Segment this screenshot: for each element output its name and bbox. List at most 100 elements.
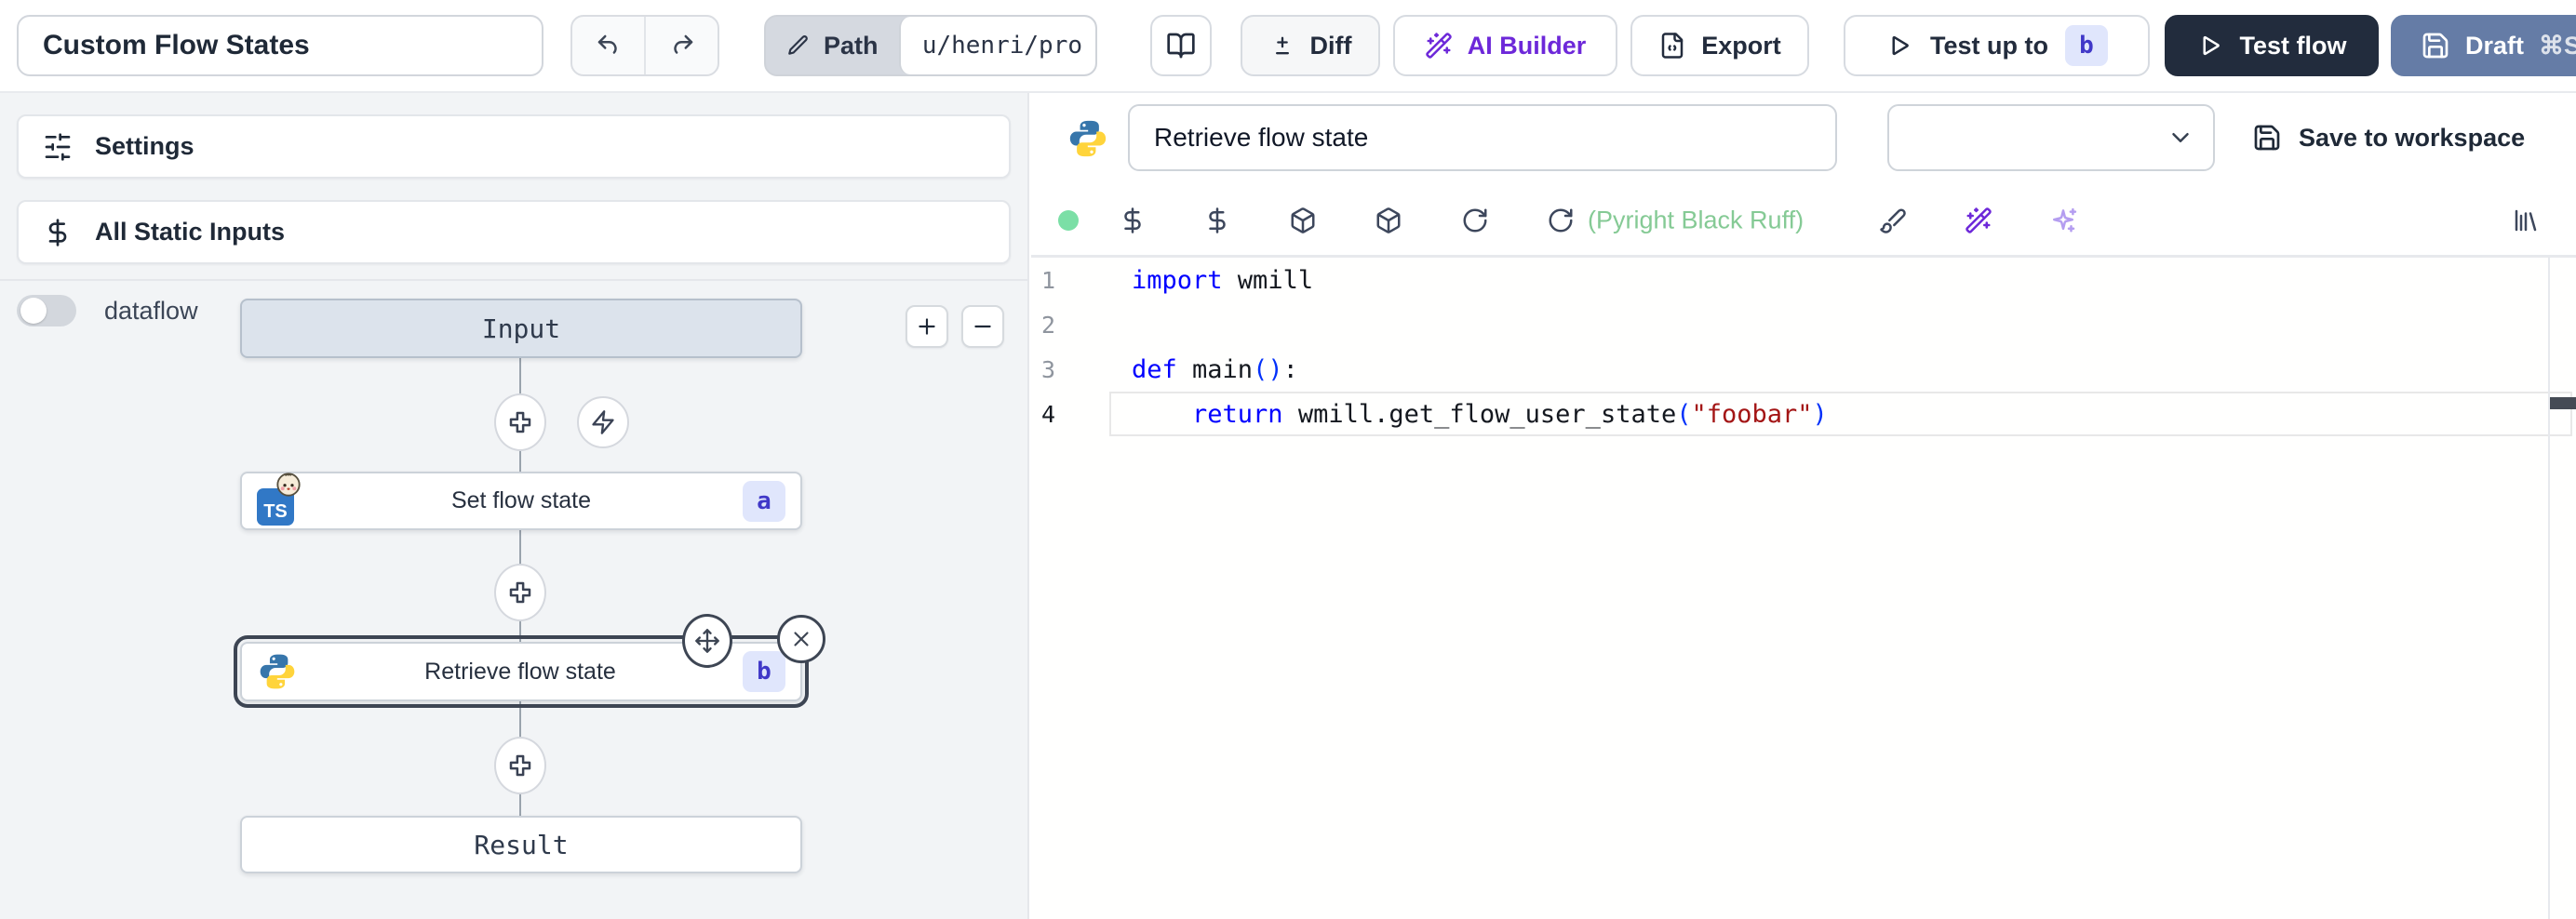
plus-circle-icon xyxy=(506,408,534,436)
zoom-out-button[interactable] xyxy=(961,305,1004,348)
result-node[interactable]: Result xyxy=(240,816,802,873)
code-text: def main(): xyxy=(1132,355,1298,384)
input-node[interactable]: Input xyxy=(240,299,802,358)
flow-graph-panel: Settings All Static Inputs dataflow xyxy=(0,93,1029,919)
pencil-icon xyxy=(786,33,811,58)
retrieve-flow-state-label: Retrieve flow state xyxy=(298,659,743,686)
save-to-workspace-label: Save to workspace xyxy=(2299,124,2525,153)
reload-icon[interactable] xyxy=(1461,206,1489,234)
dataflow-toggle[interactable] xyxy=(17,295,76,326)
ai-wand-icon[interactable] xyxy=(1965,206,1992,234)
file-code-icon xyxy=(1658,32,1686,60)
export-label: Export xyxy=(1701,32,1781,60)
add-step-button[interactable] xyxy=(494,393,546,451)
workspace-script-select[interactable] xyxy=(1887,104,2215,171)
status-dot xyxy=(1058,210,1079,231)
dollar-icon[interactable] xyxy=(1119,206,1147,234)
code-editor[interactable]: 1 import wmill 2 3 def main(): 4 return wmill… xyxy=(1031,255,2576,919)
code-text: return wmill.get_flow_user_state("foobar… xyxy=(1132,400,1828,429)
minus-icon xyxy=(971,314,995,339)
editor-toolbar: (Pyright Black Ruff) xyxy=(1031,192,2576,249)
line-number: 2 xyxy=(1031,312,1055,339)
line-number: 4 xyxy=(1031,401,1055,428)
panel-divider xyxy=(0,279,1027,281)
diff-button[interactable]: Diff xyxy=(1241,15,1380,76)
ai-builder-button[interactable]: AI Builder xyxy=(1393,15,1617,76)
library-panel-icon[interactable] xyxy=(2512,206,2540,234)
delete-step-button[interactable] xyxy=(777,615,825,663)
flow-name-input[interactable]: Custom Flow States xyxy=(17,15,543,76)
zoom-in-button[interactable] xyxy=(906,305,948,348)
diff-icon xyxy=(1269,33,1295,59)
dollar-icon[interactable] xyxy=(1203,206,1231,234)
plus-circle-icon xyxy=(506,752,534,779)
test-flow-label: Test flow xyxy=(2239,32,2346,60)
diff-label: Diff xyxy=(1310,32,1352,60)
settings-row[interactable]: Settings xyxy=(17,114,1011,179)
set-flow-state-label: Set flow state xyxy=(300,487,743,514)
dataflow-toggle-row: dataflow xyxy=(17,295,198,326)
overview-ruler-cursor-marker xyxy=(2550,397,2576,409)
path-button[interactable]: Path u/henri/pro xyxy=(764,15,1097,76)
add-step-button[interactable] xyxy=(494,564,546,621)
close-icon xyxy=(789,627,813,651)
line-number: 3 xyxy=(1031,356,1055,383)
chevron-down-icon xyxy=(2167,124,2194,152)
play-icon xyxy=(1885,32,1913,60)
reload-icon[interactable] xyxy=(1547,206,1575,234)
line-number: 1 xyxy=(1031,267,1055,294)
all-static-inputs-row[interactable]: All Static Inputs xyxy=(17,200,1011,264)
play-icon xyxy=(2196,32,2224,60)
typescript-bun-icon: TS xyxy=(257,477,300,526)
wand-sparkles-icon xyxy=(1425,32,1453,60)
code-line[interactable]: 4 return wmill.get_flow_user_state("foob… xyxy=(1031,392,2576,436)
undo-redo-group xyxy=(570,15,719,76)
ai-builder-label: AI Builder xyxy=(1468,32,1587,60)
plus-circle-icon xyxy=(506,579,534,606)
code-lines: 1 import wmill 2 3 def main(): 4 return wmill… xyxy=(1031,258,2576,436)
code-line[interactable]: 3 def main(): xyxy=(1031,347,2576,392)
path-label: Path xyxy=(824,32,879,60)
sliders-icon xyxy=(43,132,73,162)
move-icon xyxy=(694,628,720,654)
package-icon[interactable] xyxy=(1375,206,1402,234)
trigger-button[interactable] xyxy=(577,396,629,448)
code-assistants-label: (Pyright Black Ruff) xyxy=(1588,206,1804,235)
step-badge: b xyxy=(2065,25,2108,66)
save-icon xyxy=(2421,31,2450,60)
path-value[interactable]: u/henri/pro xyxy=(899,17,1095,74)
draft-shortcut: ⌘S xyxy=(2539,32,2576,60)
draft-save-button[interactable]: Draft ⌘S xyxy=(2391,15,2576,76)
toggle-knob xyxy=(20,298,47,324)
docs-button[interactable] xyxy=(1150,15,1212,76)
python-icon xyxy=(1067,117,1109,160)
test-flow-button[interactable]: Test flow xyxy=(2165,15,2379,76)
path-label-segment: Path xyxy=(766,17,899,74)
format-brush-icon[interactable] xyxy=(1879,206,1907,234)
overview-ruler-border xyxy=(2548,258,2550,919)
step-editor-panel: Retrieve flow state Save to workspace xyxy=(1031,93,2576,919)
settings-label: Settings xyxy=(95,132,195,161)
move-step-button[interactable] xyxy=(682,614,732,668)
result-node-label: Result xyxy=(242,830,800,860)
dollar-icon xyxy=(43,218,73,247)
test-up-to-button[interactable]: Test up to b xyxy=(1844,15,2150,76)
top-toolbar: Custom Flow States Path u/henri/pro xyxy=(0,0,2576,93)
plus-icon xyxy=(915,314,939,339)
export-button[interactable]: Export xyxy=(1630,15,1809,76)
windmill-flow-editor: Custom Flow States Path u/henri/pro xyxy=(0,0,2576,919)
code-line[interactable]: 2 xyxy=(1031,302,2576,347)
undo-button[interactable] xyxy=(572,17,646,74)
add-step-button[interactable] xyxy=(494,737,546,794)
all-static-inputs-label: All Static Inputs xyxy=(95,218,285,246)
set-flow-state-node[interactable]: TS Set flow state a xyxy=(240,472,802,530)
code-text: import wmill xyxy=(1132,266,1313,295)
step-name-input[interactable]: Retrieve flow state xyxy=(1128,104,1837,171)
code-line[interactable]: 1 import wmill xyxy=(1031,258,2576,302)
sparkles-icon[interactable] xyxy=(2050,206,2078,234)
save-to-workspace-button[interactable]: Save to workspace xyxy=(2247,104,2530,171)
redo-button[interactable] xyxy=(646,17,718,74)
package-icon[interactable] xyxy=(1289,206,1317,234)
book-open-icon xyxy=(1166,31,1196,60)
zap-icon xyxy=(590,409,616,435)
